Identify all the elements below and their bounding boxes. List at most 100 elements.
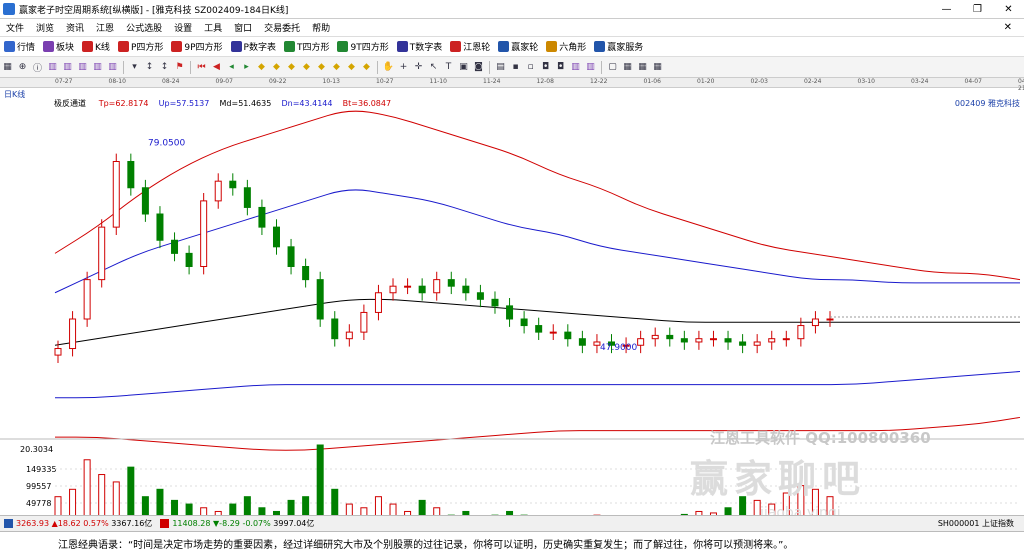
toolbar-button-7[interactable]: 9T四方形 — [333, 40, 392, 53]
window-title: 赢家老子时空周期系统[纵横版] - [雅克科技 SZ002409-184日K线] — [19, 5, 289, 16]
candlestick-chart[interactable]: 79.0500 47.9000 20.3034 149335 99557 49778 — [0, 109, 1024, 545]
toolbar-button-8[interactable]: T数字表 — [393, 40, 447, 53]
car-icon[interactable]: ◘ — [554, 61, 567, 74]
toolbar-button-11[interactable]: 六角形 — [542, 40, 590, 53]
arrow-icon[interactable]: ↕ — [158, 61, 171, 74]
menu-help[interactable]: 帮助 — [306, 21, 336, 34]
toolbar-button-label: 赢家服务 — [607, 43, 644, 53]
sz-index[interactable]: 11408.28 ▼-8.29 -0.07% 3997.04亿 — [156, 518, 318, 529]
diamond-icon[interactable]: ◆ — [345, 61, 358, 74]
toolbar-button-label: 行情 — [17, 43, 36, 53]
cursor-icon[interactable]: ↖ — [427, 61, 440, 74]
date-tick: 11-10 — [429, 78, 447, 85]
menu-file[interactable]: 文件 — [0, 21, 30, 34]
candle-body — [564, 331, 572, 340]
sh-index[interactable]: 3263.93 ▲18.62 0.57% 3367.16亿 — [0, 518, 156, 529]
diamond-icon[interactable]: ◆ — [315, 61, 328, 74]
prev-icon[interactable]: ◀ — [210, 61, 223, 74]
toolbar-button-0[interactable]: 行情 — [0, 40, 39, 53]
toolbar-button-4[interactable]: 9P四方形 — [167, 40, 226, 53]
bars-icon[interactable]: ▥ — [569, 61, 582, 74]
image-icon[interactable]: ▣ — [457, 61, 470, 74]
index-name[interactable]: SH000001 上证指数 — [938, 518, 1014, 529]
title-bar: 赢家老子时空周期系统[纵横版] - [雅克科技 SZ002409-184日K线]… — [0, 0, 1024, 19]
window-icon[interactable]: ▢ — [606, 61, 619, 74]
diamond-icon[interactable]: ◆ — [270, 61, 283, 74]
candle-icon — [82, 41, 94, 52]
zoom-icon[interactable]: ⊕ — [16, 61, 29, 74]
table-icon — [396, 41, 408, 52]
diamond-icon[interactable]: ◆ — [300, 61, 313, 74]
date-tick: 03-10 — [857, 78, 875, 85]
menu-browse[interactable]: 浏览 — [30, 21, 60, 34]
blocks-icon — [43, 41, 55, 52]
toolbar-button-9[interactable]: 江恩轮 — [446, 40, 494, 53]
grid-icon[interactable]: ▦ — [1, 61, 14, 74]
info-icon[interactable]: ⓘ — [31, 61, 44, 74]
toolbar-button-12[interactable]: 赢家服务 — [590, 40, 647, 53]
toolbar-button-1[interactable]: 板块 — [39, 40, 78, 53]
bars-icon[interactable]: ▥ — [46, 61, 59, 74]
camera-icon[interactable]: ◙ — [472, 61, 485, 74]
menu-info[interactable]: 资讯 — [60, 21, 90, 34]
grid-icon[interactable]: ▦ — [621, 61, 634, 74]
toolbar-button-label: 9T四方形 — [350, 43, 389, 53]
menu-window[interactable]: 窗口 — [228, 21, 258, 34]
toolbar-button-2[interactable]: K线 — [78, 40, 114, 53]
maximize-button[interactable]: ❐ — [962, 0, 993, 18]
sz-pct: -0.07% — [242, 519, 271, 528]
dropdown-icon[interactable]: ▾ — [128, 61, 141, 74]
bars-icon[interactable]: ▥ — [61, 61, 74, 74]
first-icon[interactable]: ⏮ — [195, 61, 208, 74]
arrow-icon[interactable]: ↕ — [143, 61, 156, 74]
menu-bar: 文件 浏览 资讯 江恩 公式选股 设置 工具 窗口 交易委托 帮助 ✕ — [0, 19, 1024, 37]
close-button[interactable]: ✕ — [993, 0, 1024, 18]
toolbar-button-3[interactable]: P四方形 — [114, 40, 167, 53]
save-icon[interactable]: ▪ — [509, 61, 522, 74]
forward-icon[interactable]: ▸ — [240, 61, 253, 74]
tile-icon[interactable]: ▦ — [636, 61, 649, 74]
candle-body — [141, 187, 149, 215]
bars-icon[interactable]: ▥ — [91, 61, 104, 74]
diamond-icon[interactable]: ◆ — [255, 61, 268, 74]
menu-formula[interactable]: 公式选股 — [120, 21, 168, 34]
print-icon[interactable]: ▫ — [524, 61, 537, 74]
car-icon[interactable]: ◘ — [539, 61, 552, 74]
candle-body — [768, 338, 776, 343]
channel-line-md — [54, 298, 1020, 346]
calc-icon[interactable]: ▤ — [494, 61, 507, 74]
bars-icon[interactable]: ▥ — [106, 61, 119, 74]
chart-area[interactable]: 07-27 08-10 08-24 09-07 09-22 10-13 10-27 11-10… — [0, 78, 1024, 542]
diamond-icon[interactable]: ◆ — [330, 61, 343, 74]
menu-tools[interactable]: 工具 — [198, 21, 228, 34]
square-icon — [117, 41, 129, 52]
minimize-button[interactable]: — — [931, 0, 962, 18]
candle-body — [200, 200, 208, 267]
sh-pct: 0.57% — [83, 519, 109, 528]
candle-body — [549, 331, 557, 334]
tile-icon[interactable]: ▦ — [651, 61, 664, 74]
text-icon[interactable]: T — [442, 61, 455, 74]
toolbar-button-label: P数字表 — [243, 43, 276, 53]
diamond-icon[interactable]: ◆ — [285, 61, 298, 74]
close-icon[interactable]: ✕ — [1004, 22, 1012, 33]
candle-body — [185, 252, 193, 267]
back-icon[interactable]: ◂ — [225, 61, 238, 74]
crosshair-icon[interactable]: ✛ — [412, 61, 425, 74]
diamond-icon[interactable]: ◆ — [360, 61, 373, 74]
toolbar-button-label: P四方形 — [130, 43, 164, 53]
menu-gann[interactable]: 江恩 — [90, 21, 120, 34]
menu-trade[interactable]: 交易委托 — [258, 21, 306, 34]
plus-icon[interactable]: + — [397, 61, 410, 74]
toolbar-button-5[interactable]: P数字表 — [227, 40, 280, 53]
menu-settings[interactable]: 设置 — [168, 21, 198, 34]
high-label: 79.0500 — [148, 138, 185, 148]
bars-icon[interactable]: ▥ — [584, 61, 597, 74]
sz-change: ▼-8.29 — [213, 519, 240, 528]
candle-body — [797, 325, 805, 340]
bars-icon[interactable]: ▥ — [76, 61, 89, 74]
flag-icon[interactable]: ⚑ — [173, 61, 186, 74]
toolbar-button-10[interactable]: 赢家轮 — [494, 40, 542, 53]
hand-icon[interactable]: ✋ — [382, 61, 395, 74]
toolbar-button-6[interactable]: T四方形 — [280, 40, 334, 53]
